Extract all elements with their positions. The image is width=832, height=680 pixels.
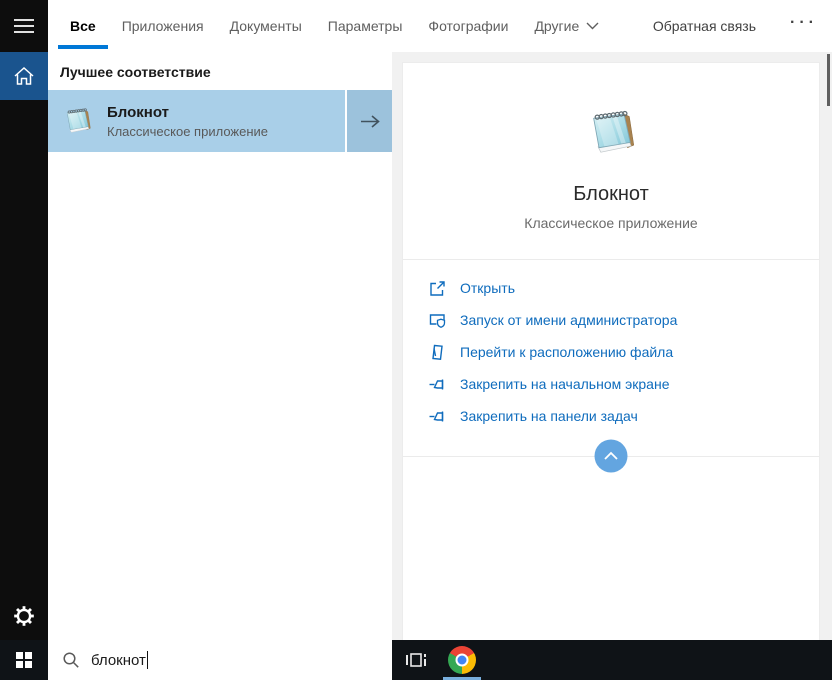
task-view-icon <box>406 653 426 667</box>
taskbar: блокнот <box>0 640 832 680</box>
home-icon <box>14 66 34 85</box>
preview-title: Блокнот <box>573 183 649 205</box>
menu-button[interactable] <box>0 2 48 50</box>
preview-header: Блокнот Классическое приложение <box>403 63 819 231</box>
action-label: Закрепить на начальном экране <box>460 376 670 392</box>
task-view-button[interactable] <box>393 640 439 680</box>
tab-documents[interactable]: Документы <box>230 0 302 52</box>
result-expand-button[interactable] <box>345 90 392 152</box>
result-subtitle: Классическое приложение <box>107 123 269 139</box>
action-list: Открыть Запуск от имени администратора П… <box>403 260 819 432</box>
more-options-icon[interactable]: ··· <box>790 15 818 37</box>
result-title: Блокнот <box>107 103 169 121</box>
action-run-as-admin[interactable]: Запуск от имени администратора <box>429 304 819 336</box>
taskbar-search-input[interactable]: блокнот <box>48 640 392 680</box>
preview-pane: Блокнот Классическое приложение Открыть … <box>392 52 832 640</box>
tab-all[interactable]: Все <box>58 0 108 52</box>
tab-more-label: Другие <box>534 18 580 34</box>
notepad-app-icon-large <box>592 110 634 153</box>
best-match-header: Лучшее соответствие <box>60 64 211 80</box>
action-pin-to-start[interactable]: Закрепить на начальном экране <box>429 368 819 400</box>
search-results-pane: Лучшее соответствие Блокнот Классическое… <box>48 52 392 640</box>
home-button[interactable] <box>0 52 48 100</box>
windows-logo-icon <box>15 651 33 669</box>
preview-subtitle: Классическое приложение <box>524 215 698 231</box>
notepad-app-icon <box>66 107 91 133</box>
chevron-down-icon <box>586 22 599 30</box>
gear-icon <box>14 606 34 626</box>
feedback-link[interactable]: Обратная связь <box>653 18 756 34</box>
action-label: Перейти к расположению файла <box>460 344 674 360</box>
chrome-icon <box>448 646 476 674</box>
arrow-right-icon <box>360 114 380 128</box>
tab-photos[interactable]: Фотографии <box>428 0 508 52</box>
search-flyout-rail <box>0 0 48 640</box>
collapse-button[interactable] <box>594 439 628 473</box>
action-open[interactable]: Открыть <box>429 272 819 304</box>
pin-to-start-icon <box>429 379 444 389</box>
result-item-notepad[interactable]: Блокнот Классическое приложение <box>48 90 392 152</box>
chevron-up-icon <box>604 451 618 460</box>
tabbar-right: Обратная связь ··· <box>653 15 818 37</box>
pin-to-taskbar-icon <box>429 411 444 421</box>
open-icon <box>430 280 445 296</box>
action-label: Закрепить на панели задач <box>460 408 638 424</box>
hamburger-icon <box>14 19 34 33</box>
file-location-icon <box>432 344 443 360</box>
search-icon <box>63 652 79 668</box>
tab-more-filters[interactable]: Другие <box>534 0 599 52</box>
action-open-file-location[interactable]: Перейти к расположению файла <box>429 336 819 368</box>
search-query-text: блокнот <box>91 651 146 669</box>
run-as-admin-icon <box>429 313 446 328</box>
preview-card: Блокнот Классическое приложение Открыть … <box>402 62 820 640</box>
result-text: Блокнот Классическое приложение <box>107 104 268 139</box>
tab-apps[interactable]: Приложения <box>122 0 204 52</box>
search-filter-tabbar: Все Приложения Документы Параметры Фотог… <box>48 0 832 52</box>
action-label: Открыть <box>460 280 515 296</box>
settings-button[interactable] <box>0 592 48 640</box>
scrollbar-thumb[interactable] <box>827 54 830 106</box>
start-button[interactable] <box>0 640 48 680</box>
action-label: Запуск от имени администратора <box>460 312 678 328</box>
filter-tabs: Все Приложения Документы Параметры Фотог… <box>58 0 599 52</box>
action-pin-to-taskbar[interactable]: Закрепить на панели задач <box>429 400 819 432</box>
chrome-taskbar-button[interactable] <box>439 640 485 680</box>
collapse-row <box>403 434 819 498</box>
tab-settings[interactable]: Параметры <box>328 0 403 52</box>
text-caret <box>146 651 148 669</box>
